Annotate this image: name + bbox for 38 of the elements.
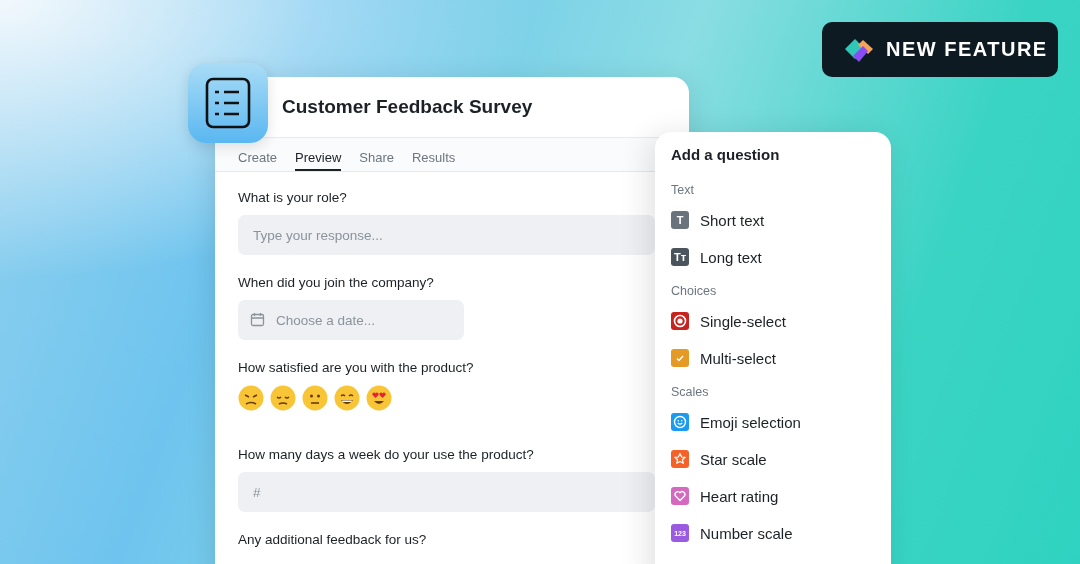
question-label: How many days a week do your use the product? <box>238 447 535 462</box>
text-input-field[interactable]: Type your response... <box>238 215 655 255</box>
question-type-item[interactable]: Star scale <box>671 449 767 469</box>
question-type-item[interactable]: Multi-select <box>671 348 776 368</box>
question-type-item[interactable]: Single-select <box>671 311 786 331</box>
section-heading: Scales <box>671 385 710 399</box>
section-heading: Choices <box>671 284 718 298</box>
question-type-item[interactable]: Emoji selection <box>671 412 801 432</box>
emoji-face-icon[interactable] <box>238 385 264 411</box>
question-label: Any additional feedback for us? <box>238 532 428 547</box>
diamond-logo-icon <box>844 36 874 63</box>
tab[interactable]: Share <box>359 145 394 171</box>
tab[interactable]: Results <box>412 145 456 171</box>
tab[interactable]: Preview <box>295 145 342 171</box>
question-label: When did you join the company? <box>238 275 435 290</box>
emoji-face-icon[interactable] <box>334 385 360 411</box>
long-text-icon: Tᴛ <box>671 248 689 266</box>
checkbox-icon <box>671 349 689 367</box>
panel-title: Add a question <box>671 146 781 163</box>
question-type-item[interactable]: T Short text <box>671 210 765 230</box>
question-label: How satisfied are you with the product? <box>238 360 475 375</box>
survey-title: Customer Feedback Survey <box>282 96 533 118</box>
radio-icon <box>671 312 689 330</box>
emoji-face-icon[interactable] <box>302 385 328 411</box>
emoji-face-icon[interactable] <box>366 385 392 411</box>
list-icon <box>205 77 251 129</box>
question-type-item[interactable]: Tᴛ Long text <box>671 247 762 267</box>
smiley-icon <box>671 413 689 431</box>
emoji-face-icon[interactable] <box>270 385 296 411</box>
question-type-item[interactable]: Heart rating <box>671 486 779 506</box>
date-input-field[interactable]: Choose a date... <box>238 300 464 340</box>
tab[interactable]: Create <box>238 145 278 171</box>
badge-label: NEW FEATURE <box>886 38 1048 61</box>
question-label: What is your role? <box>238 190 348 205</box>
section-heading: Text <box>671 183 695 197</box>
calendar-icon <box>250 312 265 327</box>
text-icon: T <box>671 211 689 229</box>
number-input-field[interactable]: # <box>238 472 655 512</box>
